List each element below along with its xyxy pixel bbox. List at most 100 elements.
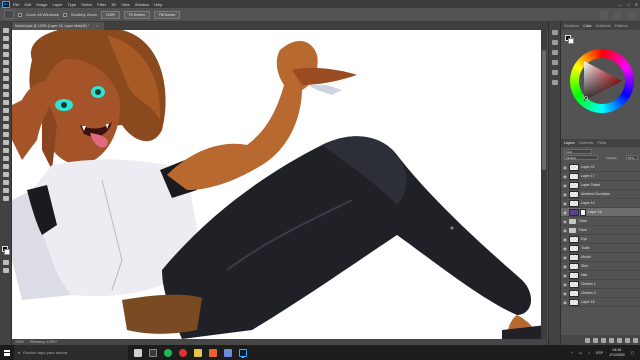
discord-icon[interactable] <box>224 348 232 357</box>
dodge-tool-icon[interactable] <box>3 140 9 145</box>
new-layer-icon[interactable] <box>625 337 630 343</box>
clone-stamp-tool-icon[interactable] <box>3 100 9 105</box>
tab-channels[interactable]: Channels <box>579 141 594 145</box>
visibility-eye-icon[interactable]: ◉ <box>562 246 568 251</box>
layer-row[interactable]: ◉ Glow <box>561 217 640 226</box>
status-zoom[interactable]: 100% <box>15 340 24 344</box>
document-canvas[interactable] <box>12 30 546 339</box>
minimize-button[interactable]: — <box>618 2 622 7</box>
visibility-eye-icon[interactable]: ◉ <box>562 192 568 197</box>
office-icon[interactable] <box>209 348 217 357</box>
layer-row[interactable]: ◉ Layer 17 <box>561 172 640 181</box>
visibility-eye-icon[interactable]: ◉ <box>562 264 568 269</box>
visibility-eye-icon[interactable]: ◉ <box>562 228 568 233</box>
eyedropper-tool-icon[interactable] <box>3 76 9 81</box>
add-mask-icon[interactable] <box>601 337 606 343</box>
folder-icon[interactable] <box>194 348 202 357</box>
menu-type[interactable]: Type <box>68 2 77 7</box>
layer-kind-filter[interactable]: Kind <box>564 149 592 154</box>
visibility-eye-icon[interactable]: ◉ <box>562 273 568 278</box>
brush-tool-icon[interactable] <box>3 92 9 97</box>
close-window-button[interactable]: ✕ <box>635 2 638 7</box>
lasso-tool-icon[interactable] <box>3 44 9 49</box>
visibility-eye-icon[interactable]: ◉ <box>562 300 568 305</box>
layer-row[interactable]: ◉ Ambient Occlusion <box>561 190 640 199</box>
panel-background-swatch[interactable] <box>568 38 574 44</box>
layer-row[interactable]: ◉ Tooth <box>561 244 640 253</box>
move-tool-icon[interactable] <box>3 28 9 33</box>
brushes-panel-icon[interactable] <box>552 70 558 75</box>
history-brush-tool-icon[interactable] <box>3 108 9 113</box>
share-icon[interactable] <box>628 11 636 19</box>
path-selection-tool-icon[interactable] <box>3 164 9 169</box>
menu-edit[interactable]: Edit <box>24 2 31 7</box>
visibility-eye-icon[interactable]: ◉ <box>562 255 568 260</box>
menu-view[interactable]: View <box>121 2 130 7</box>
layer-row[interactable]: ◉ Layer Tinted <box>561 181 640 190</box>
adjustments-panel-icon[interactable] <box>552 50 558 55</box>
history-panel-icon[interactable] <box>552 30 558 35</box>
frame-tool-icon[interactable] <box>3 68 9 73</box>
gradient-tool-icon[interactable] <box>3 124 9 129</box>
pen-tool-icon[interactable] <box>3 148 9 153</box>
crop-tool-icon[interactable] <box>3 60 9 65</box>
visibility-eye-icon[interactable]: ◉ <box>562 210 568 215</box>
close-document-icon[interactable]: × <box>96 23 98 28</box>
menu-file[interactable]: File <box>13 2 19 7</box>
menu-image[interactable]: Image <box>36 2 47 7</box>
layer-row[interactable]: ◉ Eye <box>561 235 640 244</box>
menu-select[interactable]: Select <box>81 2 92 7</box>
notifications-icon[interactable]: ▢ <box>631 351 634 355</box>
adjustment-layer-icon[interactable] <box>609 337 614 343</box>
screen-mode-icon[interactable] <box>3 268 9 273</box>
visibility-eye-icon[interactable]: ◉ <box>562 291 568 296</box>
tray-arrow-icon[interactable]: ^ <box>571 351 573 355</box>
volume-icon[interactable]: ◖ <box>588 351 590 355</box>
layer-mask-thumbnail[interactable] <box>580 208 586 216</box>
photoshop-taskbar-icon[interactable] <box>239 348 247 357</box>
taskbar-search[interactable]: ⌕ Escribe aquí para buscar <box>14 345 128 360</box>
workspace-icon[interactable] <box>614 11 622 19</box>
tab-color[interactable]: Color <box>583 24 591 28</box>
tab-patterns[interactable]: Patterns <box>615 24 628 28</box>
layer-row[interactable]: ◉ Hair <box>561 271 640 280</box>
menu-help[interactable]: Help <box>154 2 162 7</box>
layer-row[interactable]: ◉ Face <box>561 226 640 235</box>
layer-row[interactable]: ◉ Layer 16 <box>561 208 640 217</box>
tab-paths[interactable]: Paths <box>597 141 606 145</box>
scrubby-zoom-checkbox[interactable] <box>62 12 67 17</box>
new-group-icon[interactable] <box>617 337 622 343</box>
layer-row[interactable]: ◉ Layer 22 <box>561 163 640 172</box>
healing-brush-tool-icon[interactable] <box>3 84 9 89</box>
menu-3d[interactable]: 3D <box>111 2 116 7</box>
background-color-swatch[interactable] <box>4 249 10 255</box>
visibility-eye-icon[interactable]: ◉ <box>562 201 568 206</box>
network-icon[interactable]: ▭ <box>579 351 582 355</box>
document-tab[interactable]: Momo1psd @ 100% (Layer 16, Layer Mask/8)… <box>12 22 104 30</box>
fill-screen-button[interactable]: Fill Screen <box>153 10 181 19</box>
tab-gradients[interactable]: Gradients <box>596 24 611 28</box>
quick-select-tool-icon[interactable] <box>3 52 9 57</box>
vertical-scrollbar[interactable] <box>541 30 547 339</box>
eraser-tool-icon[interactable] <box>3 116 9 121</box>
search-icon[interactable] <box>600 11 608 19</box>
layer-style-icon[interactable] <box>593 337 598 343</box>
link-layers-icon[interactable] <box>585 337 590 343</box>
zoom-tool-icon[interactable] <box>3 188 9 193</box>
properties-panel-icon[interactable] <box>552 40 558 45</box>
quick-mask-icon[interactable] <box>3 260 9 265</box>
visibility-eye-icon[interactable]: ◉ <box>562 183 568 188</box>
visibility-eye-icon[interactable]: ◉ <box>562 174 568 179</box>
tab-swatches[interactable]: Swatches <box>564 24 579 28</box>
layer-row[interactable]: ◉ Skin <box>561 262 640 271</box>
zoom-tool-preset-icon[interactable] <box>4 10 14 19</box>
zoom-100-button[interactable]: 100% <box>100 10 120 19</box>
chrome-icon[interactable] <box>179 348 187 357</box>
fit-screen-button[interactable]: Fit Screen <box>123 10 150 19</box>
layer-row[interactable]: ◉ Clothes 1 <box>561 280 640 289</box>
libraries-panel-icon[interactable] <box>552 60 558 65</box>
visibility-eye-icon[interactable]: ◉ <box>562 219 568 224</box>
tab-layers[interactable]: Layers <box>564 141 575 145</box>
scrollbar-thumb[interactable] <box>542 50 546 170</box>
menu-filter[interactable]: Filter <box>97 2 106 7</box>
